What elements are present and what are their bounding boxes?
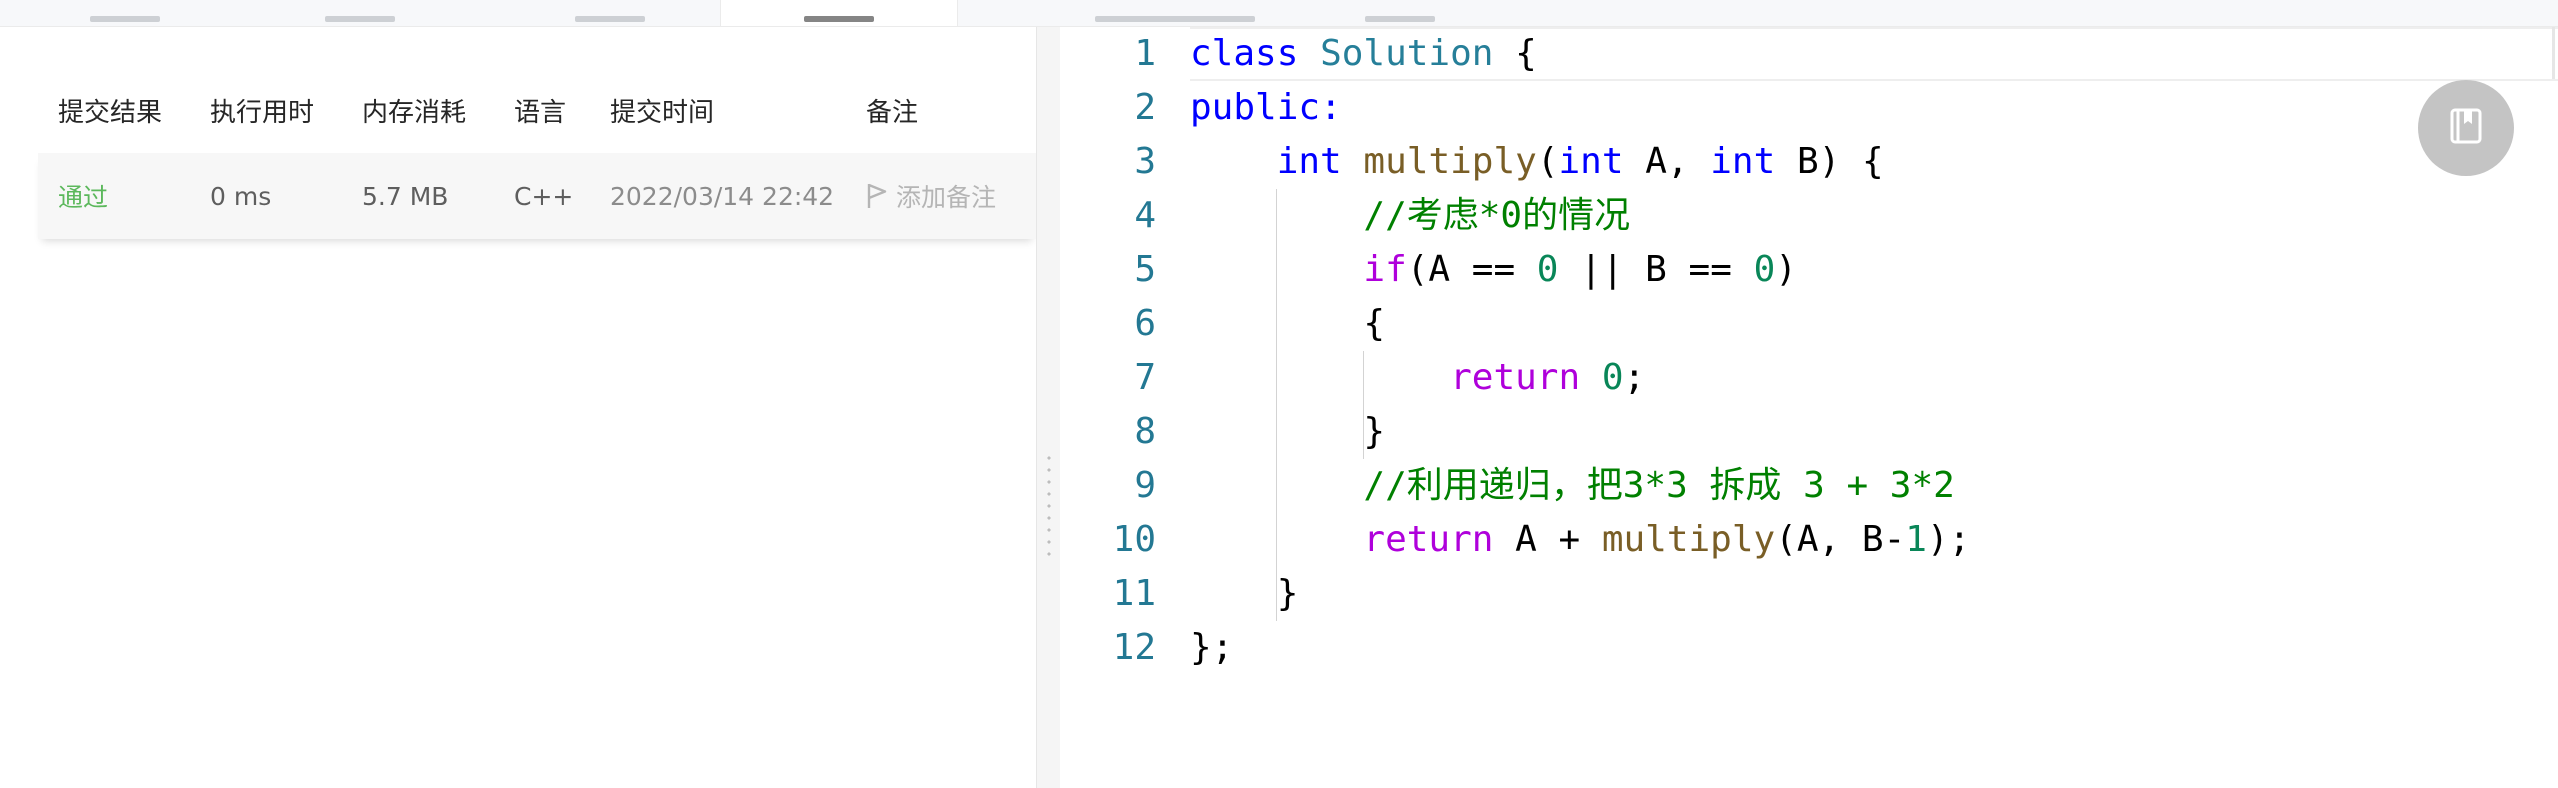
drag-dots-icon xyxy=(1047,452,1051,562)
code-token: multiply xyxy=(1601,519,1776,560)
header-submit-time: 提交时间 xyxy=(610,97,715,128)
code-line[interactable]: if(A == 0 || B == 0) xyxy=(1190,243,2558,297)
line-number: 4 xyxy=(1134,195,1156,236)
code-token: Solution xyxy=(1320,33,1494,74)
runtime-value: 0 ms xyxy=(210,181,272,211)
code-token: }; xyxy=(1190,627,1234,668)
result-status-link[interactable]: 通过 xyxy=(58,178,108,214)
line-number: 12 xyxy=(1112,627,1156,668)
code-line[interactable]: //利用递归，把3*3 拆成 3 + 3*2 xyxy=(1190,459,2558,513)
submissions-header: 提交结果 执行用时 内存消耗 语言 提交时间 备注 xyxy=(38,67,1036,153)
line-number: 5 xyxy=(1134,249,1156,290)
line-number: 8 xyxy=(1134,411,1156,452)
code-token: class xyxy=(1190,33,1299,74)
header-memory: 内存消耗 xyxy=(362,97,467,128)
table-row[interactable]: 通过 0 ms 5.7 MB C++ 2022/03/14 22:42 添加备注 xyxy=(38,153,1036,239)
code-line[interactable]: return A + multiply(A, B-1); xyxy=(1190,513,2558,567)
line-number: 2 xyxy=(1134,87,1156,128)
submissions-table: 提交结果 执行用时 内存消耗 语言 提交时间 备注 通过 0 ms 5.7 MB… xyxy=(38,67,1036,239)
code-token: int xyxy=(1276,141,1342,182)
code-token: 0 xyxy=(1536,249,1559,290)
header-note: 备注 xyxy=(866,97,919,128)
code-token: (A, B- xyxy=(1775,519,1906,560)
code-token: ) xyxy=(1775,249,1797,290)
code-token: ; xyxy=(1623,357,1646,398)
submit-time-value: 2022/03/14 22:42 xyxy=(610,181,835,211)
line-number-gutter: 1 2 3 4 5 6 7 8 9 10 11 12 xyxy=(1060,27,1160,675)
add-note-label: 添加备注 xyxy=(896,183,997,212)
header-result: 提交结果 xyxy=(58,97,163,128)
code-line[interactable]: public: xyxy=(1190,81,2558,135)
add-note-button[interactable]: 添加备注 xyxy=(866,178,996,214)
code-comment: //考虑*0的情况 xyxy=(1363,195,1631,236)
code-token: return xyxy=(1450,357,1581,398)
code-line[interactable]: } xyxy=(1190,567,2558,621)
code-token: } xyxy=(1363,411,1386,452)
scroll-indicator[interactable] xyxy=(2552,27,2555,79)
code-token: A + xyxy=(1493,519,1602,560)
code-token: B) { xyxy=(1775,141,1884,182)
submissions-panel: 提交结果 执行用时 内存消耗 语言 提交时间 备注 通过 0 ms 5.7 MB… xyxy=(0,27,1036,788)
code-token: int xyxy=(1710,141,1776,182)
code-token: if xyxy=(1363,249,1407,290)
code-token: (A == xyxy=(1406,249,1537,290)
notebook-icon xyxy=(2444,104,2488,152)
code-token: || B == xyxy=(1558,249,1754,290)
line-number: 11 xyxy=(1112,573,1156,614)
code-token: ( xyxy=(1536,141,1559,182)
tab-editor-option[interactable] xyxy=(1320,0,1480,26)
code-line[interactable]: int multiply(int A, int B) { xyxy=(1190,135,2558,189)
code-token: int xyxy=(1558,141,1624,182)
code-area[interactable]: class Solution { public: int multiply(in… xyxy=(1190,27,2558,675)
code-line[interactable]: return 0; xyxy=(1190,351,2558,405)
tab-1[interactable] xyxy=(40,0,210,26)
code-token: public: xyxy=(1190,87,1342,128)
code-token: multiply xyxy=(1363,141,1537,182)
flag-icon xyxy=(866,182,888,210)
pane-resize-handle[interactable] xyxy=(1036,27,1062,788)
code-token: 1 xyxy=(1905,519,1927,560)
code-comment: //利用递归，把3*3 拆成 3 + 3*2 xyxy=(1363,465,1955,506)
code-editor[interactable]: 1 2 3 4 5 6 7 8 9 10 11 12 class Solutio… xyxy=(1060,27,2558,788)
line-number: 6 xyxy=(1134,303,1156,344)
code-token: } xyxy=(1276,573,1299,614)
code-token: { xyxy=(1363,303,1386,344)
code-token: { xyxy=(1493,33,1537,74)
line-number: 3 xyxy=(1134,141,1156,182)
notes-fab-button[interactable] xyxy=(2418,80,2514,176)
tab-editor-language[interactable] xyxy=(1060,0,1290,26)
line-number: 10 xyxy=(1112,519,1156,560)
code-line[interactable]: //考虑*0的情况 xyxy=(1190,189,2558,243)
tab-2[interactable] xyxy=(250,0,470,26)
header-runtime: 执行用时 xyxy=(210,97,315,128)
top-tab-strip xyxy=(0,0,2558,27)
code-line[interactable]: class Solution { xyxy=(1190,27,2558,81)
code-line[interactable]: { xyxy=(1190,297,2558,351)
code-token: 0 xyxy=(1753,249,1776,290)
code-line[interactable]: }; xyxy=(1190,621,2558,675)
line-number: 1 xyxy=(1134,33,1156,74)
code-token: 0 xyxy=(1601,357,1624,398)
language-value: C++ xyxy=(514,181,574,211)
line-number: 9 xyxy=(1134,465,1156,506)
code-token: ); xyxy=(1926,519,1971,560)
header-language: 语言 xyxy=(514,97,567,128)
tab-3[interactable] xyxy=(520,0,700,26)
line-number: 7 xyxy=(1134,357,1156,398)
tab-submissions[interactable] xyxy=(720,0,958,26)
memory-value: 5.7 MB xyxy=(362,181,449,211)
code-line[interactable]: } xyxy=(1190,405,2558,459)
code-token: return xyxy=(1363,519,1494,560)
code-token: A, xyxy=(1623,141,1711,182)
